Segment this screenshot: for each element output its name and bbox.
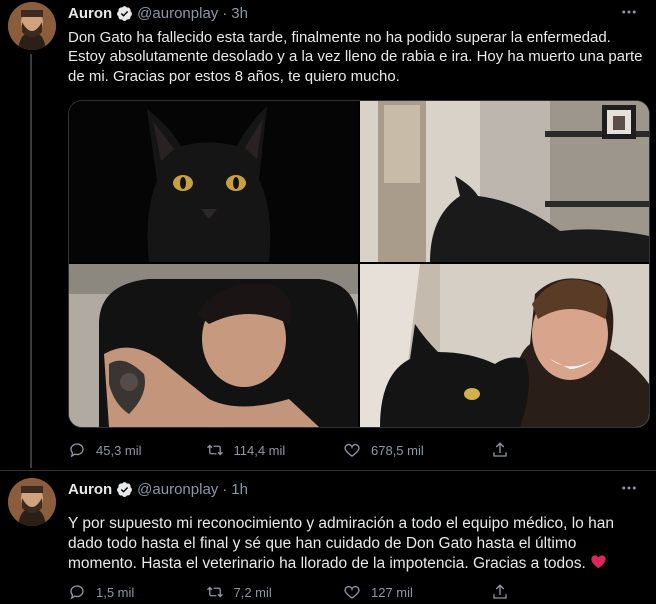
tweet-actions: 1,5 mil 7,2 mil 127 mil	[68, 580, 628, 604]
share-button[interactable]	[491, 583, 629, 601]
author-name[interactable]: Auron	[68, 481, 112, 498]
tweet-actions: 45,3 mil 114,4 mil 678,5 mil	[68, 438, 628, 462]
verified-badge-icon	[116, 5, 133, 22]
reply-count: 1,5 mil	[96, 584, 135, 600]
tweet-text: Y por supuesto mi reconocimiento y admir…	[68, 514, 644, 574]
reply-icon	[70, 585, 84, 600]
retweet-button[interactable]: 7,2 mil	[206, 583, 344, 601]
heart-emoji	[590, 553, 607, 570]
like-count: 678,5 mil	[371, 442, 424, 458]
tweet-header: Auron @auronplay · 3h	[68, 2, 248, 24]
share-icon	[492, 442, 507, 457]
photo-black-cat[interactable]	[69, 101, 358, 262]
more-icon[interactable]	[616, 2, 642, 22]
reply-button[interactable]: 45,3 mil	[68, 441, 206, 459]
reply-count: 45,3 mil	[96, 442, 142, 458]
retweet-count: 7,2 mil	[233, 584, 272, 600]
like-icon	[344, 585, 360, 599]
timestamp[interactable]: 1h	[231, 481, 248, 498]
like-button[interactable]: 678,5 mil	[343, 441, 481, 459]
media-grid[interactable]	[68, 100, 650, 428]
separator-dot: ·	[222, 4, 228, 22]
more-icon[interactable]	[616, 478, 642, 498]
share-button[interactable]	[491, 441, 629, 459]
tweet-text: Don Gato ha fallecido esta tarde, finalm…	[68, 29, 643, 85]
avatar[interactable]	[8, 2, 56, 50]
like-count: 127 mil	[371, 584, 413, 600]
tweet-header: Auron @auronplay · 1h	[68, 478, 248, 500]
retweet-button[interactable]: 114,4 mil	[206, 441, 344, 459]
retweet-icon	[206, 444, 223, 456]
like-button[interactable]: 127 mil	[343, 583, 481, 601]
tweet[interactable]: Auron @auronplay · 3h Don Gato ha fallec…	[0, 0, 656, 470]
author-handle[interactable]: @auronplay	[137, 481, 218, 498]
avatar[interactable]	[8, 478, 56, 526]
separator-dot: ·	[222, 480, 228, 498]
tweet-text-body: Y por supuesto mi reconocimiento y admir…	[68, 515, 614, 573]
timestamp[interactable]: 3h	[231, 5, 248, 22]
retweet-icon	[206, 586, 223, 598]
thread-connector	[30, 54, 32, 468]
reply-button[interactable]: 1,5 mil	[68, 583, 206, 601]
author-handle[interactable]: @auronplay	[137, 5, 218, 22]
reply-icon	[70, 443, 84, 458]
like-icon	[344, 443, 360, 457]
photo-cat-indoors[interactable]	[360, 101, 649, 262]
verified-badge-icon	[116, 481, 133, 498]
share-icon	[492, 584, 507, 599]
retweet-count: 114,4 mil	[233, 442, 286, 458]
author-name[interactable]: Auron	[68, 5, 112, 22]
photo-man-tattoo[interactable]	[69, 264, 358, 427]
photo-man-with-cat[interactable]	[360, 264, 649, 427]
tweet[interactable]: Auron @auronplay · 1h Y por supuesto mi …	[0, 476, 656, 600]
